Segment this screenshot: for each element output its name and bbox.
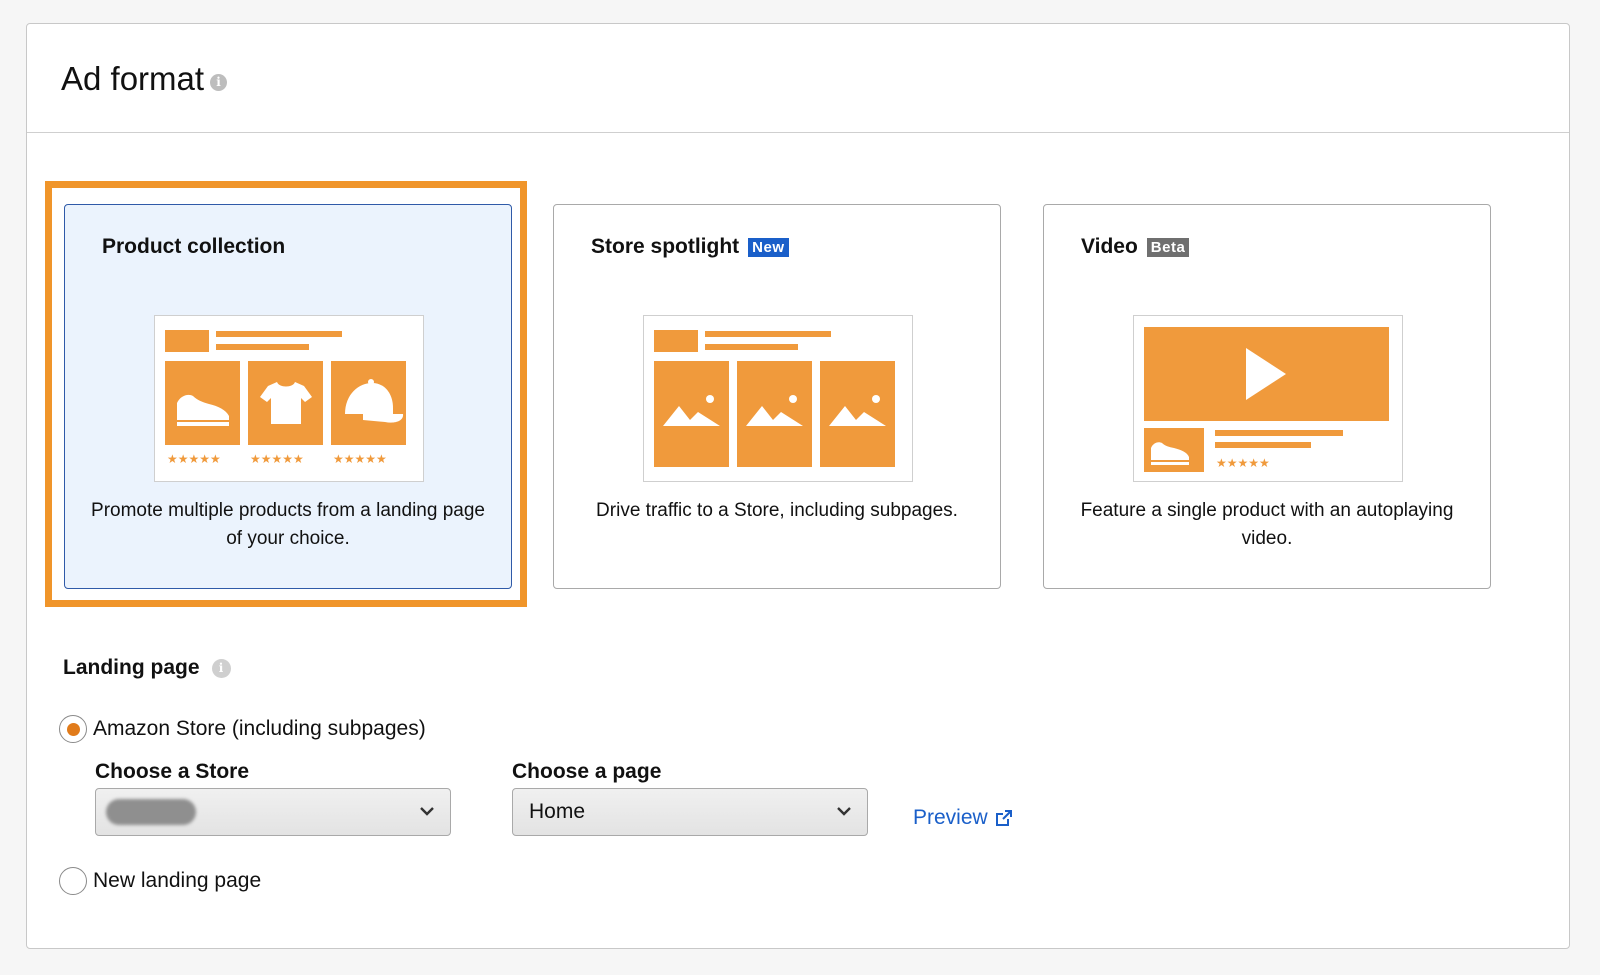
video-illustration: ★★★★★ bbox=[1133, 315, 1403, 482]
chevron-down-icon bbox=[420, 807, 434, 816]
radio-button-selected[interactable] bbox=[59, 715, 87, 743]
product-collection-illustration: ★★★★★ ★★★★★ ★★★★★ bbox=[154, 315, 424, 482]
beta-badge: Beta bbox=[1146, 237, 1190, 257]
card-title: Video Beta bbox=[1081, 235, 1190, 259]
video-graphic: ★★★★★ bbox=[1144, 327, 1389, 472]
star-icon: ★★★★★ bbox=[1216, 456, 1270, 470]
card-title-text: Video bbox=[1081, 235, 1138, 258]
info-icon[interactable]: i bbox=[211, 658, 231, 678]
card-title-text: Store spotlight bbox=[591, 235, 740, 258]
radio-button[interactable] bbox=[59, 867, 87, 895]
star-icon: ★★★★★ ★★★★★ ★★★★★ bbox=[167, 452, 387, 466]
image-icon bbox=[820, 361, 895, 467]
svg-text:★★★★★: ★★★★★ bbox=[333, 452, 387, 466]
card-title: Store spotlight New bbox=[591, 235, 789, 259]
radio-label: New landing page bbox=[93, 869, 262, 892]
landing-page-label-text: Landing page bbox=[63, 656, 200, 679]
panel-header: Ad format i bbox=[27, 24, 1569, 133]
page-select[interactable]: Home bbox=[512, 788, 868, 836]
external-link-icon bbox=[995, 810, 1012, 826]
page-title: Ad format i bbox=[61, 60, 228, 98]
page-title-text: Ad format bbox=[61, 60, 205, 97]
product-collection-graphic: ★★★★★ ★★★★★ ★★★★★ bbox=[165, 330, 406, 466]
card-title-text: Product collection bbox=[102, 235, 286, 258]
card-description: Promote multiple products from a landing… bbox=[91, 500, 485, 549]
store-select[interactable] bbox=[95, 788, 451, 836]
ad-format-panel: Ad format i Product collection ★★★★★ ★★★… bbox=[26, 23, 1570, 949]
radio-amazon-store[interactable]: Amazon Store (including subpages) bbox=[59, 715, 426, 743]
choose-page-label: Choose a page bbox=[512, 760, 662, 783]
card-title: Product collection bbox=[102, 235, 285, 259]
format-card-video[interactable]: Video Beta ★★★★★ Feature a single produc… bbox=[1043, 204, 1491, 589]
store-spotlight-graphic bbox=[654, 330, 895, 467]
choose-store-label: Choose a Store bbox=[95, 760, 250, 783]
landing-page-label: Landing page i bbox=[63, 656, 231, 680]
preview-link[interactable]: Preview bbox=[913, 806, 1014, 830]
format-card-product-collection[interactable]: Product collection ★★★★★ ★★★★★ ★★★★★ Pro… bbox=[64, 204, 512, 589]
card-description: Feature a single product with an autopla… bbox=[1080, 500, 1454, 549]
chevron-down-icon bbox=[837, 807, 851, 816]
image-icon bbox=[654, 361, 729, 467]
preview-label: Preview bbox=[913, 806, 988, 829]
info-icon[interactable]: i bbox=[210, 73, 228, 91]
svg-text:★★★★★: ★★★★★ bbox=[250, 452, 304, 466]
svg-text:★★★★★: ★★★★★ bbox=[167, 452, 221, 466]
store-spotlight-illustration bbox=[643, 315, 913, 482]
card-description: Drive traffic to a Store, including subp… bbox=[596, 500, 958, 521]
new-badge: New bbox=[748, 237, 789, 257]
redacted-store-name bbox=[106, 799, 196, 825]
format-card-store-spotlight[interactable]: Store spotlight New Drive traffic to a S… bbox=[553, 204, 1001, 589]
radio-label: Amazon Store (including subpages) bbox=[93, 717, 426, 740]
radio-new-landing-page[interactable]: New landing page bbox=[59, 867, 261, 895]
page-select-value: Home bbox=[529, 800, 586, 823]
image-icon bbox=[737, 361, 812, 467]
